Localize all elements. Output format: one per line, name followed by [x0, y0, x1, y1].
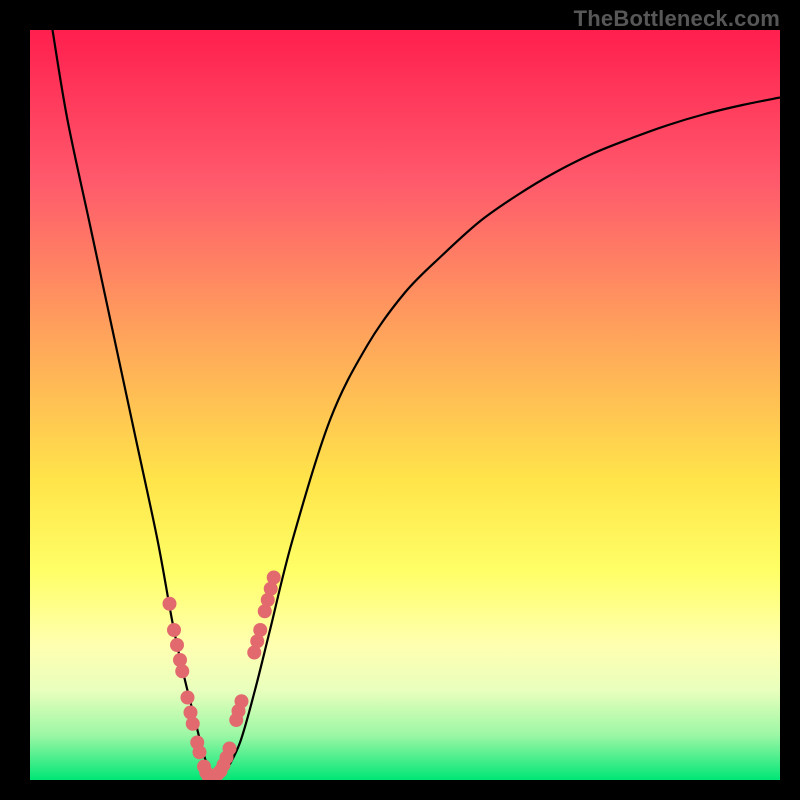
- dot: [175, 664, 189, 678]
- curve-layer: [30, 30, 780, 780]
- dot: [253, 623, 267, 637]
- dot: [181, 691, 195, 705]
- dot: [170, 638, 184, 652]
- dot: [267, 571, 281, 585]
- dot: [167, 623, 181, 637]
- dot: [223, 742, 237, 756]
- dot: [186, 717, 200, 731]
- watermark-text: TheBottleneck.com: [574, 6, 780, 32]
- bottleneck-curve: [53, 30, 781, 780]
- chart-frame: TheBottleneck.com: [0, 0, 800, 800]
- dot: [163, 597, 177, 611]
- dot: [235, 694, 249, 708]
- dot: [193, 745, 207, 759]
- overlay-dots: [163, 571, 281, 781]
- plot-area: [30, 30, 780, 780]
